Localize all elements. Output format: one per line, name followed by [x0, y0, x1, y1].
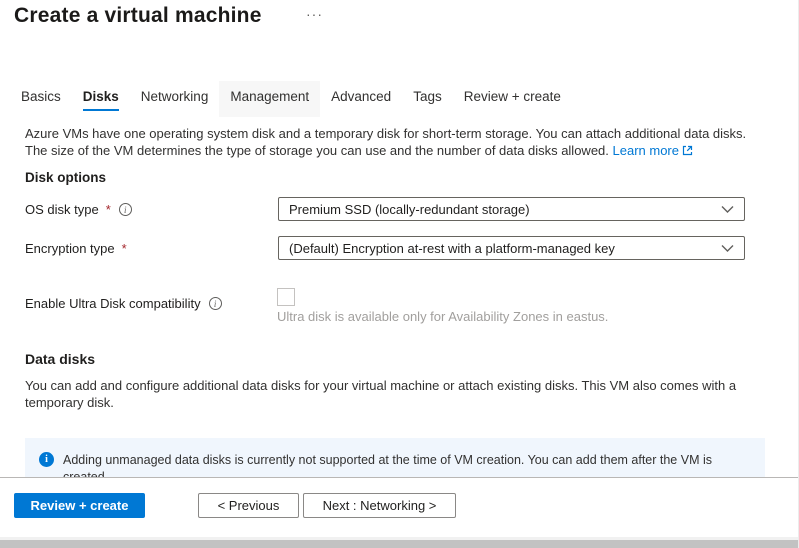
banner-line-2: created.	[63, 469, 743, 477]
external-link-icon	[682, 145, 693, 156]
window-edge-bar	[0, 540, 799, 548]
intro-line-2: The size of the VM determines the type o…	[25, 143, 609, 158]
previous-button[interactable]: < Previous	[198, 493, 299, 518]
chevron-down-icon	[721, 205, 734, 214]
encryption-type-dropdown[interactable]: (Default) Encryption at-rest with a plat…	[278, 236, 745, 260]
data-disks-line-1: You can add and configure additional dat…	[25, 378, 780, 395]
wizard-footer: Review + create < Previous Next : Networ…	[0, 477, 799, 538]
os-disk-type-label: OS disk type * i	[25, 202, 132, 217]
os-disk-type-value: Premium SSD (locally-redundant storage)	[289, 202, 721, 217]
review-create-button[interactable]: Review + create	[14, 493, 145, 518]
tab-management[interactable]: Management	[219, 81, 320, 117]
tab-advanced[interactable]: Advanced	[331, 86, 391, 108]
data-disks-line-2: temporary disk.	[25, 395, 780, 412]
data-disks-heading: Data disks	[25, 351, 95, 367]
encryption-type-label-text: Encryption type	[25, 241, 115, 256]
tab-tags[interactable]: Tags	[413, 86, 442, 108]
intro-line-1: Azure VMs have one operating system disk…	[25, 126, 780, 143]
ultra-disk-checkbox[interactable]	[277, 288, 295, 306]
os-disk-type-dropdown[interactable]: Premium SSD (locally-redundant storage)	[278, 197, 745, 221]
tab-networking[interactable]: Networking	[141, 86, 209, 108]
ultra-disk-label-text: Enable Ultra Disk compatibility	[25, 296, 201, 311]
ultra-disk-label: Enable Ultra Disk compatibility i	[25, 296, 222, 311]
info-banner: i Adding unmanaged data disks is current…	[25, 438, 765, 477]
encryption-type-label: Encryption type *	[25, 241, 127, 256]
info-filled-icon: i	[39, 452, 54, 467]
banner-line-1: Adding unmanaged data disks is currently…	[63, 452, 743, 469]
info-circle-icon[interactable]: i	[209, 297, 222, 310]
required-asterisk: *	[122, 241, 127, 256]
more-options-icon[interactable]: ···	[306, 6, 323, 22]
page-title: Create a virtual machine	[14, 4, 262, 28]
disk-options-heading: Disk options	[25, 170, 106, 185]
learn-more-link[interactable]: Learn more	[613, 143, 693, 158]
next-networking-button[interactable]: Next : Networking >	[303, 493, 456, 518]
required-asterisk: *	[106, 202, 111, 217]
create-vm-page: Create a virtual machine ··· Basics Disk…	[0, 0, 799, 548]
info-banner-text: Adding unmanaged data disks is currently…	[63, 452, 743, 477]
chevron-down-icon	[721, 244, 734, 253]
os-disk-type-label-text: OS disk type	[25, 202, 99, 217]
encryption-type-value: (Default) Encryption at-rest with a plat…	[289, 241, 721, 256]
tab-basics[interactable]: Basics	[21, 86, 61, 108]
disks-intro-text: Azure VMs have one operating system disk…	[25, 126, 780, 159]
tab-review-create[interactable]: Review + create	[464, 86, 561, 108]
data-disks-description: You can add and configure additional dat…	[25, 378, 780, 411]
tab-disks[interactable]: Disks	[83, 86, 119, 108]
info-circle-icon[interactable]: i	[119, 203, 132, 216]
wizard-tabs: Basics Disks Networking Management Advan…	[21, 86, 561, 108]
ultra-disk-helper-text: Ultra disk is available only for Availab…	[277, 309, 608, 324]
